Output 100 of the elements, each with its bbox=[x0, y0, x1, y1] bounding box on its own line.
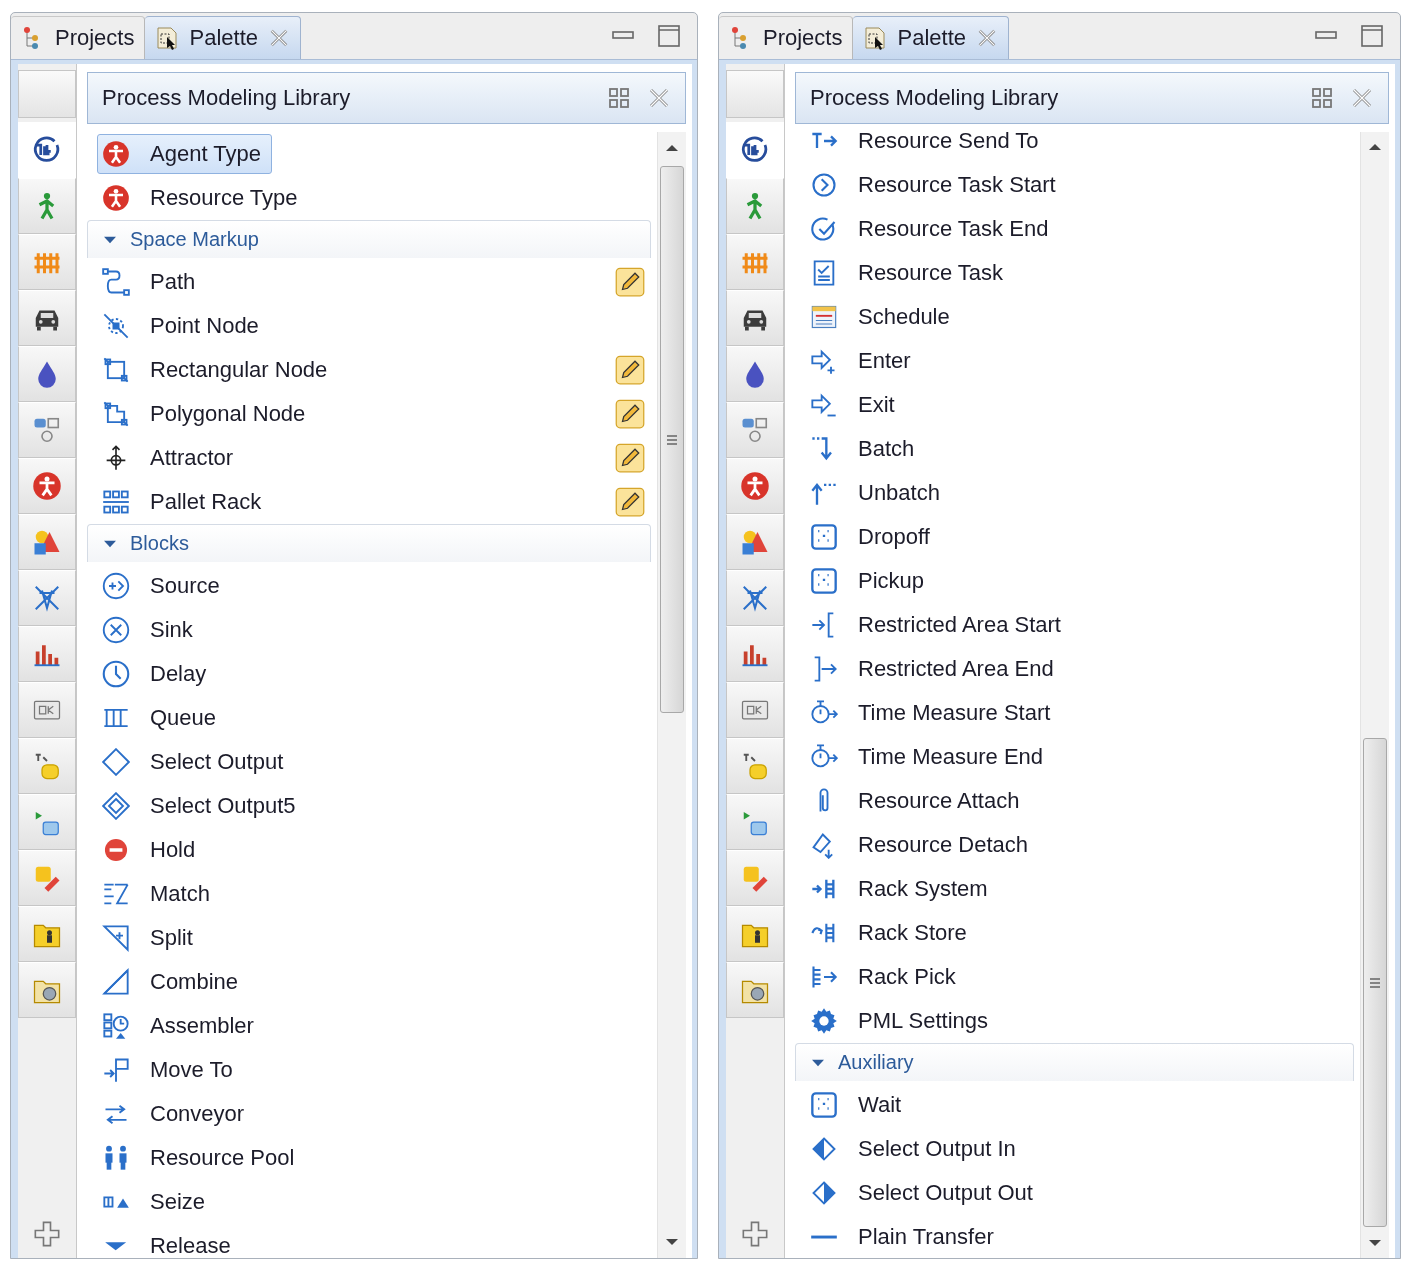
palette-item[interactable]: Select Output In bbox=[805, 1129, 1027, 1169]
scroll-up-icon[interactable] bbox=[665, 144, 679, 152]
scroll-down-icon[interactable] bbox=[1368, 1238, 1382, 1247]
side-tab[interactable] bbox=[726, 122, 784, 178]
side-tab[interactable] bbox=[18, 346, 76, 402]
pencil-icon[interactable] bbox=[615, 443, 645, 473]
side-tab[interactable] bbox=[726, 570, 784, 626]
palette-item[interactable]: Sink bbox=[97, 610, 204, 650]
palette-item[interactable]: Rack Pick bbox=[805, 957, 967, 997]
palette-item[interactable]: Rack System bbox=[805, 869, 999, 909]
scroll-up-icon[interactable] bbox=[1368, 143, 1382, 152]
palette-item[interactable]: Combine bbox=[97, 962, 250, 1002]
plus-outline-icon[interactable] bbox=[33, 1220, 61, 1248]
side-tab[interactable] bbox=[726, 626, 784, 682]
palette-item[interactable]: Select Output5 bbox=[97, 786, 307, 826]
palette-item[interactable]: Restricted Area Start bbox=[805, 605, 1072, 645]
palette-item[interactable]: Schedule bbox=[805, 297, 961, 337]
plus-outline-icon[interactable] bbox=[741, 1220, 769, 1248]
palette-item[interactable]: Conveyor bbox=[97, 1094, 256, 1134]
grid-icon[interactable] bbox=[607, 86, 631, 110]
pencil-icon[interactable] bbox=[615, 399, 645, 429]
diamond-icon bbox=[102, 748, 130, 776]
scrollbar[interactable] bbox=[657, 132, 686, 1258]
palette-item[interactable]: Rack Store bbox=[805, 913, 978, 953]
palette-item[interactable]: Restricted Area End bbox=[805, 649, 1065, 689]
side-tab[interactable] bbox=[726, 346, 784, 402]
palette-item[interactable]: Plain Transfer bbox=[805, 1217, 1005, 1257]
palette-item[interactable]: Resource Type bbox=[97, 178, 309, 218]
palette-item[interactable]: Rectangular Node bbox=[97, 350, 339, 390]
palette-item[interactable]: Select Output Out bbox=[805, 1173, 1044, 1213]
palette-item[interactable]: Time Measure End bbox=[805, 737, 1055, 777]
close-x-icon[interactable] bbox=[1350, 86, 1374, 110]
close-x-icon[interactable] bbox=[976, 27, 998, 49]
maximize-icon[interactable] bbox=[657, 24, 681, 48]
panel-tab[interactable]: Palette bbox=[145, 16, 301, 59]
pencil-icon[interactable] bbox=[615, 267, 645, 297]
palette-item[interactable]: Enter bbox=[805, 341, 922, 381]
side-tab[interactable] bbox=[726, 458, 784, 514]
side-tab[interactable] bbox=[18, 626, 76, 682]
palette-page-icon bbox=[863, 26, 888, 50]
palette-item[interactable]: Release bbox=[97, 1226, 242, 1258]
palette-item[interactable]: Time Measure Start bbox=[805, 693, 1062, 733]
network-icon bbox=[740, 583, 770, 613]
palette-item[interactable]: Resource Pool bbox=[97, 1138, 306, 1178]
palette-item[interactable]: Pickup bbox=[805, 561, 936, 601]
clock-arrow-icon bbox=[740, 135, 770, 165]
side-tab[interactable] bbox=[18, 570, 76, 626]
palette-item[interactable]: Batch bbox=[805, 429, 926, 469]
palette-item[interactable]: Hold bbox=[97, 830, 207, 870]
palette-item[interactable]: Attractor bbox=[97, 438, 245, 478]
palette-item[interactable]: Queue bbox=[97, 698, 228, 738]
palette-item[interactable]: Assembler bbox=[97, 1006, 265, 1046]
grip-icon bbox=[1369, 976, 1381, 989]
palette-item[interactable]: PML Settings bbox=[805, 1001, 1000, 1041]
scroll-thumb[interactable] bbox=[660, 166, 684, 713]
palette-item[interactable]: Resource Task Start bbox=[805, 165, 1067, 205]
palette-item[interactable]: Resource Task bbox=[805, 253, 1015, 293]
side-tab[interactable] bbox=[18, 122, 76, 178]
palette-item[interactable]: Resource Send To bbox=[805, 132, 1050, 161]
palette-item[interactable]: Select Output bbox=[97, 742, 295, 782]
palette-item[interactable]: Match bbox=[97, 874, 221, 914]
palette-item[interactable]: Split bbox=[97, 918, 204, 958]
palette-item[interactable]: Exit bbox=[805, 385, 906, 425]
palette-item[interactable]: Path bbox=[97, 262, 207, 302]
section-header[interactable]: Blocks bbox=[87, 524, 651, 562]
palette-item[interactable]: Resource Detach bbox=[805, 825, 1039, 865]
palette-item[interactable]: Agent Type bbox=[97, 134, 272, 174]
half-diamond-icon bbox=[810, 1135, 838, 1163]
side-tab[interactable] bbox=[18, 290, 76, 346]
scroll-down-icon[interactable] bbox=[665, 1238, 679, 1246]
palette-item[interactable]: Resource Attach bbox=[805, 781, 1031, 821]
pencil-icon[interactable] bbox=[615, 487, 645, 517]
pencil-icon[interactable] bbox=[615, 355, 645, 385]
section-header[interactable]: Space Markup bbox=[87, 220, 651, 258]
palette-item[interactable]: Move To bbox=[97, 1050, 244, 1090]
palette-item[interactable]: Pallet Rack bbox=[97, 482, 273, 522]
palette-item[interactable]: Delay bbox=[97, 654, 218, 694]
palette-item[interactable]: Polygonal Node bbox=[97, 394, 317, 434]
close-x-icon[interactable] bbox=[268, 27, 290, 49]
section-header[interactable]: Auxiliary bbox=[795, 1043, 1354, 1081]
palette-item[interactable]: Resource Task End bbox=[805, 209, 1060, 249]
side-tab[interactable] bbox=[726, 290, 784, 346]
minus-circle-icon bbox=[102, 836, 130, 864]
calendar-icon bbox=[810, 303, 838, 331]
person-circle-icon bbox=[32, 471, 62, 501]
circled-check-icon bbox=[810, 215, 838, 243]
close-x-icon[interactable] bbox=[647, 86, 671, 110]
person-circle-icon bbox=[740, 471, 770, 501]
palette-item[interactable]: Unbatch bbox=[805, 473, 951, 513]
palette-item[interactable]: Point Node bbox=[97, 306, 270, 346]
scrollbar[interactable] bbox=[1360, 132, 1389, 1258]
panel-tab[interactable]: Palette bbox=[853, 16, 1009, 59]
palette-item[interactable]: Wait bbox=[805, 1085, 913, 1125]
grid-icon[interactable] bbox=[1310, 86, 1334, 110]
scroll-thumb[interactable] bbox=[1363, 737, 1387, 1228]
maximize-icon[interactable] bbox=[1360, 24, 1384, 48]
palette-item[interactable]: Seize bbox=[97, 1182, 217, 1222]
palette-item[interactable]: Source bbox=[97, 566, 231, 606]
palette-item[interactable]: Dropoff bbox=[805, 517, 941, 557]
side-tab[interactable] bbox=[18, 458, 76, 514]
